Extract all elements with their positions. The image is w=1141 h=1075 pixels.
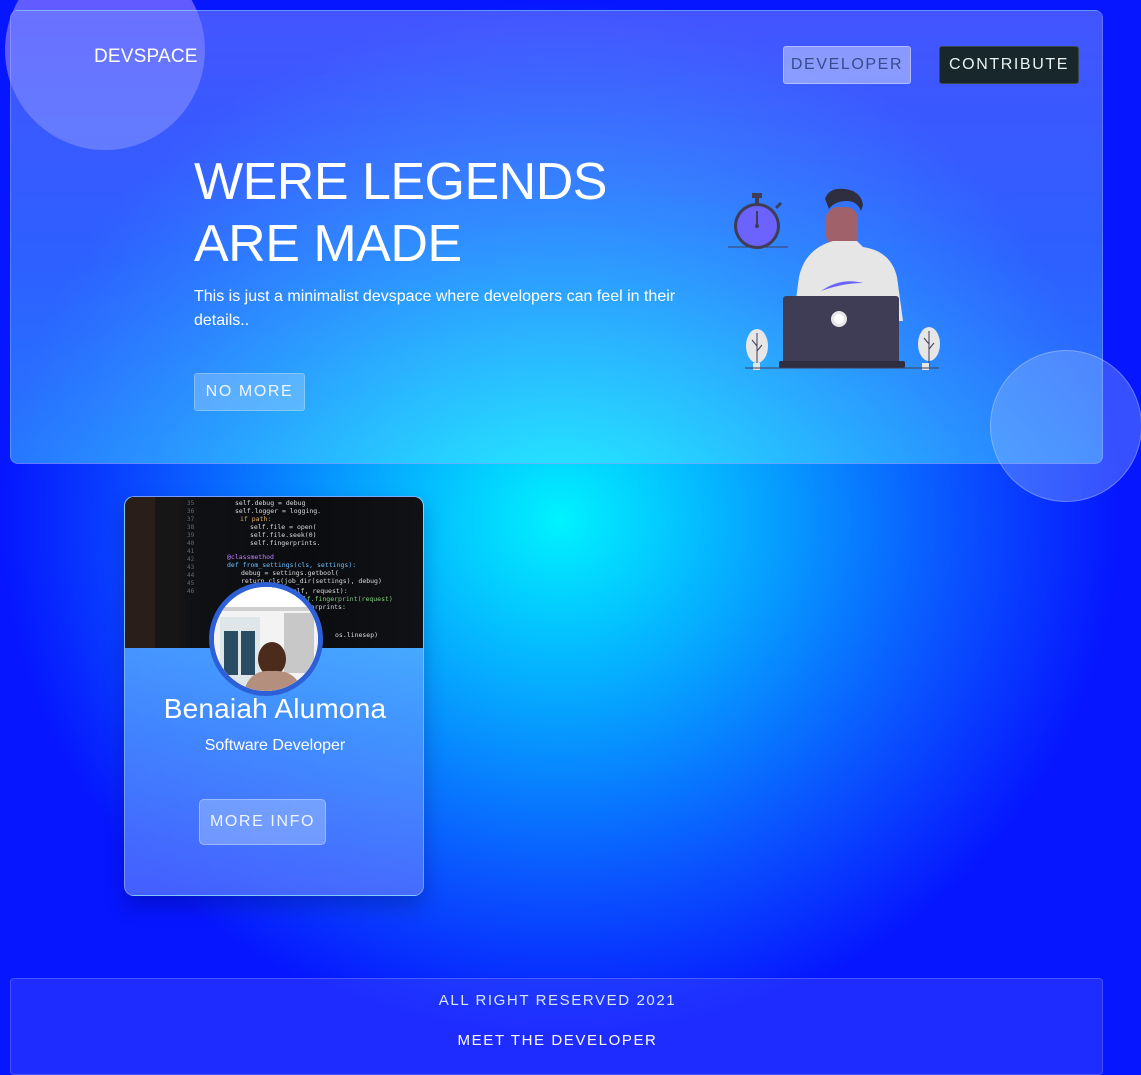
stopwatch-icon xyxy=(728,193,788,249)
developer-button[interactable]: DEVELOPER xyxy=(783,46,911,84)
svg-text:37: 37 xyxy=(187,516,195,523)
svg-text:self.file.seek(0): self.file.seek(0) xyxy=(250,531,317,539)
profile-name: Benaiah Alumona xyxy=(163,693,387,724)
profile-role: Software Developer xyxy=(204,737,346,754)
svg-text:35: 35 xyxy=(187,500,195,507)
laptop-icon xyxy=(779,296,905,368)
footer: ALL RIGHT RESERVED 2021 MEET THE DEVELOP… xyxy=(10,978,1103,1075)
svg-text:39: 39 xyxy=(187,532,195,539)
no-more-button[interactable]: NO MORE xyxy=(194,373,305,411)
plant-right-icon xyxy=(918,327,940,370)
profile-card: 35 36 37 38 39 40 41 42 43 44 45 46 self.debug =… xyxy=(124,496,424,896)
svg-text:self.file = open(: self.file = open( xyxy=(250,523,317,531)
avatar xyxy=(209,582,323,696)
svg-text:43: 43 xyxy=(187,564,195,571)
hero-title: WERE LEGENDS ARE MADE xyxy=(194,153,607,273)
svg-text:42: 42 xyxy=(187,556,195,563)
svg-text:os.linesep): os.linesep) xyxy=(335,631,378,639)
svg-text:self.fingerprints.: self.fingerprints. xyxy=(250,539,320,547)
svg-text:@classmethod: @classmethod xyxy=(227,553,274,561)
plant-left-icon xyxy=(746,329,768,370)
svg-text:if path:: if path: xyxy=(240,515,271,523)
brand-logo[interactable]: DEVSPACE xyxy=(94,46,198,68)
svg-text:debug = settings.getbool(: debug = settings.getbool( xyxy=(241,569,339,577)
decorative-circle-right xyxy=(990,350,1141,502)
svg-text:36: 36 xyxy=(187,508,195,515)
svg-text:40: 40 xyxy=(187,540,195,547)
more-info-button[interactable]: MORE INFO xyxy=(199,799,326,845)
svg-text:self.debug = debug: self.debug = debug xyxy=(235,499,306,507)
svg-text:41: 41 xyxy=(187,548,195,555)
svg-text:38: 38 xyxy=(187,524,195,531)
meet-the-developer-link[interactable]: MEET THE DEVELOPER xyxy=(11,1032,1104,1049)
hero-panel: DEVSPACE DEVELOPER CONTRIBUTE WERE LEGEN… xyxy=(10,10,1103,464)
svg-text:44: 44 xyxy=(187,572,195,579)
hero-subtitle: This is just a minimalist devspace where… xyxy=(194,288,676,329)
contribute-button[interactable]: CONTRIBUTE xyxy=(939,46,1079,84)
svg-text:45: 45 xyxy=(187,580,195,587)
developer-at-laptop-illustration xyxy=(721,181,951,381)
footer-copyright: ALL RIGHT RESERVED 2021 xyxy=(438,992,677,1009)
svg-text:self.logger = logging.: self.logger = logging. xyxy=(235,507,321,515)
svg-text:def from_settings(cls, setting: def from_settings(cls, settings): xyxy=(227,561,356,569)
svg-text:46: 46 xyxy=(187,588,195,595)
